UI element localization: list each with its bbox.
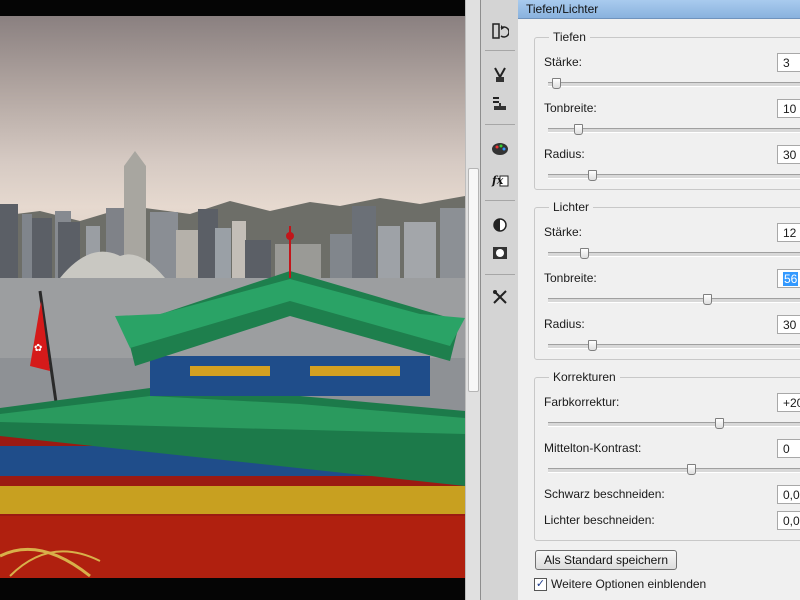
lichter-tonbreite-slider[interactable] <box>548 294 800 305</box>
harbor-photo: ✿ <box>0 151 465 578</box>
save-as-default-button[interactable]: Als Standard speichern <box>535 550 677 570</box>
slider-knob[interactable] <box>588 170 597 181</box>
lichter-staerke-label: Stärke: <box>544 225 583 239</box>
adjustment-icon[interactable] <box>486 212 514 238</box>
lichter-tonbreite-input[interactable]: 56 <box>777 269 800 288</box>
clone-stamp-icon[interactable] <box>486 62 514 88</box>
lichter-beschneiden-label: Lichter beschneiden: <box>544 513 655 527</box>
bauhinia-icon: ✿ <box>34 343 42 354</box>
schwarz-beschneiden-input[interactable]: 0,01 <box>777 485 800 504</box>
document-image[interactable]: ✿ <box>0 16 465 578</box>
shadows-highlights-dialog: Tiefen/Lichter Tiefen Stärke: 3 Tonbreit… <box>518 0 800 600</box>
slider-knob[interactable] <box>574 124 583 135</box>
slider-knob[interactable] <box>715 418 724 429</box>
lichter-radius-slider[interactable] <box>548 340 800 351</box>
more-options-label[interactable]: Weitere Optionen einblenden <box>551 577 706 591</box>
schwarz-beschneiden-label: Schwarz beschneiden: <box>544 487 665 501</box>
canvas-bottom-border <box>0 578 480 600</box>
farbkorrektur-slider[interactable] <box>548 418 800 429</box>
dialog-titlebar[interactable]: Tiefen/Lichter <box>518 0 800 19</box>
slider-knob[interactable] <box>552 78 561 89</box>
brush-tools-icon[interactable] <box>486 284 514 310</box>
tiefen-staerke-label: Stärke: <box>544 55 583 69</box>
slider-knob[interactable] <box>703 294 712 305</box>
mittelton-kontrast-slider[interactable] <box>548 464 800 475</box>
mittelton-kontrast-input[interactable]: 0 <box>777 439 800 458</box>
mask-icon[interactable] <box>486 240 514 266</box>
dialog-title: Tiefen/Lichter <box>526 2 599 16</box>
fx-styles-icon[interactable]: fx <box>486 166 514 192</box>
tiefen-radius-input[interactable]: 30 <box>777 145 800 164</box>
tiefen-staerke-slider[interactable] <box>548 78 800 89</box>
canvas-vertical-scrollbar[interactable] <box>465 0 481 600</box>
more-options-checkbox[interactable]: ✓ <box>534 578 547 591</box>
group-tiefen-legend: Tiefen <box>549 30 590 44</box>
slider-knob[interactable] <box>580 248 589 259</box>
slider-knob[interactable] <box>588 340 597 351</box>
lichter-tonbreite-label: Tonbreite: <box>544 271 597 285</box>
tiefen-staerke-input[interactable]: 3 <box>777 53 800 72</box>
panel-tool-strip: fx <box>480 0 520 600</box>
mittelton-kontrast-label: Mittelton-Kontrast: <box>544 441 642 455</box>
lichter-radius-label: Radius: <box>544 317 585 331</box>
tiefen-tonbreite-slider[interactable] <box>548 124 800 135</box>
farbkorrektur-label: Farbkorrektur: <box>544 395 620 409</box>
lichter-staerke-input[interactable]: 12 <box>777 223 800 242</box>
tiefen-tonbreite-input[interactable]: 10 <box>777 99 800 118</box>
history-brush-icon[interactable] <box>486 18 514 44</box>
palette-icon[interactable] <box>486 136 514 162</box>
canvas-top-border <box>0 0 465 16</box>
group-lichter-legend: Lichter <box>549 200 594 214</box>
lichter-beschneiden-input[interactable]: 0,01 <box>777 511 800 530</box>
lichter-staerke-slider[interactable] <box>548 248 800 259</box>
lichter-radius-input[interactable]: 30 <box>777 315 800 334</box>
slider-knob[interactable] <box>687 464 696 475</box>
tiefen-radius-label: Radius: <box>544 147 585 161</box>
layer-stack-icon[interactable] <box>486 90 514 116</box>
scrollbar-thumb[interactable] <box>468 168 479 392</box>
group-korrekturen-legend: Korrekturen <box>549 370 620 384</box>
tiefen-tonbreite-label: Tonbreite: <box>544 101 597 115</box>
tiefen-radius-slider[interactable] <box>548 170 800 181</box>
svg-text:fx: fx <box>491 174 504 187</box>
farbkorrektur-input[interactable]: +20 <box>777 393 800 412</box>
